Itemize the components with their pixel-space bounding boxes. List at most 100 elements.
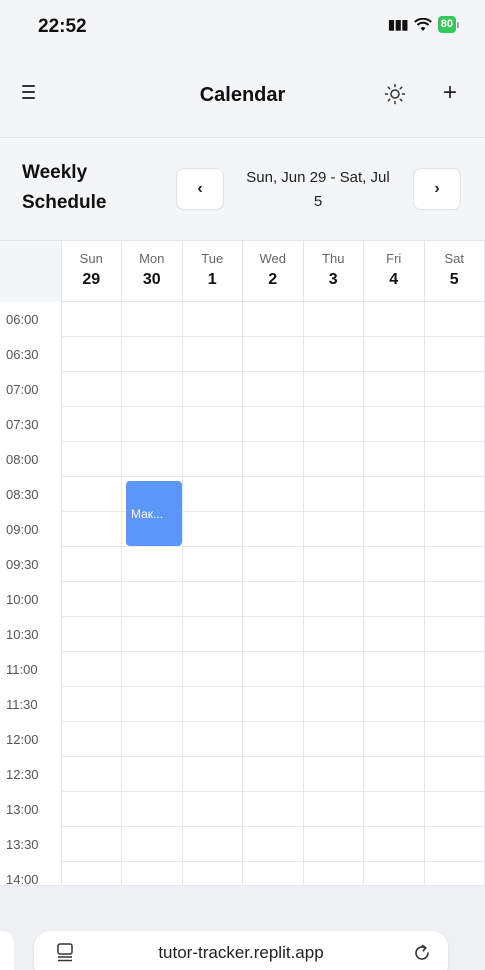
time-slot[interactable] xyxy=(304,547,365,582)
time-slot[interactable] xyxy=(62,862,123,885)
time-slot[interactable] xyxy=(122,582,183,617)
time-slot[interactable] xyxy=(183,582,244,617)
time-slot[interactable] xyxy=(304,442,365,477)
time-slot[interactable] xyxy=(364,442,425,477)
time-slot[interactable] xyxy=(122,407,183,442)
time-slot[interactable] xyxy=(425,827,485,862)
time-slot[interactable] xyxy=(304,337,365,372)
time-slot[interactable] xyxy=(425,757,485,792)
time-slot[interactable] xyxy=(243,337,304,372)
time-slot[interactable] xyxy=(243,442,304,477)
time-slot[interactable] xyxy=(364,512,425,547)
time-slot[interactable] xyxy=(183,687,244,722)
time-slot[interactable] xyxy=(364,617,425,652)
time-slot[interactable] xyxy=(425,617,485,652)
time-slot[interactable] xyxy=(364,757,425,792)
time-slot[interactable] xyxy=(122,442,183,477)
sun-theme-toggle-icon[interactable] xyxy=(384,83,406,105)
time-slot[interactable] xyxy=(243,302,304,337)
time-slot[interactable] xyxy=(62,617,123,652)
time-slot[interactable] xyxy=(304,652,365,687)
time-slot[interactable] xyxy=(304,617,365,652)
time-slot[interactable] xyxy=(183,442,244,477)
time-slot[interactable] xyxy=(364,827,425,862)
time-slot[interactable] xyxy=(364,792,425,827)
time-slot[interactable] xyxy=(122,757,183,792)
time-slot[interactable] xyxy=(62,442,123,477)
address-bar[interactable]: tutor-tracker.replit.app xyxy=(34,931,448,970)
time-slot[interactable] xyxy=(364,652,425,687)
time-slot[interactable] xyxy=(183,792,244,827)
time-slot[interactable] xyxy=(304,862,365,885)
time-slot[interactable] xyxy=(122,337,183,372)
time-slot[interactable] xyxy=(122,862,183,885)
time-slot[interactable] xyxy=(62,792,123,827)
time-slot[interactable] xyxy=(304,512,365,547)
calendar-event[interactable]: Мак... xyxy=(126,481,182,546)
time-slot[interactable] xyxy=(364,302,425,337)
time-slot[interactable] xyxy=(183,477,244,512)
add-event-icon[interactable]: + xyxy=(438,79,462,106)
time-slot[interactable] xyxy=(364,687,425,722)
time-slot[interactable] xyxy=(304,722,365,757)
time-slot[interactable] xyxy=(425,652,485,687)
time-slot[interactable] xyxy=(304,827,365,862)
time-slot[interactable] xyxy=(183,512,244,547)
time-slot[interactable] xyxy=(122,722,183,757)
time-slot[interactable] xyxy=(243,862,304,885)
time-slot[interactable] xyxy=(425,547,485,582)
time-slot[interactable] xyxy=(425,722,485,757)
time-slot[interactable] xyxy=(122,652,183,687)
time-slot[interactable] xyxy=(122,687,183,722)
time-slot[interactable] xyxy=(243,792,304,827)
time-slot[interactable] xyxy=(243,617,304,652)
time-slot[interactable] xyxy=(122,302,183,337)
time-slot[interactable] xyxy=(425,302,485,337)
time-slot[interactable] xyxy=(62,687,123,722)
time-slot[interactable] xyxy=(183,757,244,792)
time-slot[interactable] xyxy=(62,372,123,407)
time-slot[interactable] xyxy=(364,862,425,885)
time-slot[interactable] xyxy=(183,407,244,442)
time-slot[interactable] xyxy=(62,512,123,547)
time-slot[interactable] xyxy=(62,827,123,862)
time-slot[interactable] xyxy=(425,862,485,885)
time-slot[interactable] xyxy=(425,687,485,722)
time-slot[interactable] xyxy=(183,617,244,652)
time-slot[interactable] xyxy=(364,407,425,442)
time-slot[interactable] xyxy=(62,477,123,512)
time-slot[interactable] xyxy=(243,372,304,407)
time-slot[interactable] xyxy=(304,372,365,407)
time-slot[interactable] xyxy=(122,792,183,827)
time-slot[interactable] xyxy=(425,372,485,407)
time-slot[interactable] xyxy=(183,302,244,337)
time-slot[interactable] xyxy=(122,617,183,652)
time-slot[interactable] xyxy=(62,302,123,337)
time-slot[interactable] xyxy=(304,582,365,617)
time-slot[interactable] xyxy=(304,757,365,792)
time-slot[interactable] xyxy=(62,722,123,757)
previous-tab-edge[interactable] xyxy=(0,931,14,970)
time-slot[interactable] xyxy=(183,547,244,582)
time-slot[interactable] xyxy=(183,337,244,372)
time-slot[interactable] xyxy=(425,512,485,547)
time-slot[interactable] xyxy=(364,547,425,582)
time-slot[interactable] xyxy=(364,582,425,617)
time-slot[interactable] xyxy=(62,337,123,372)
time-slot[interactable] xyxy=(304,407,365,442)
time-slot[interactable] xyxy=(122,547,183,582)
time-slot[interactable] xyxy=(122,827,183,862)
time-slot[interactable] xyxy=(243,547,304,582)
time-slot[interactable] xyxy=(183,827,244,862)
time-slot[interactable] xyxy=(364,372,425,407)
time-slot[interactable] xyxy=(62,407,123,442)
time-slot[interactable] xyxy=(364,722,425,757)
reload-icon[interactable] xyxy=(412,943,432,963)
time-slot[interactable] xyxy=(243,582,304,617)
time-slot[interactable] xyxy=(243,652,304,687)
time-slot[interactable] xyxy=(243,722,304,757)
time-slot[interactable] xyxy=(243,827,304,862)
time-slot[interactable] xyxy=(243,477,304,512)
time-slot[interactable] xyxy=(183,862,244,885)
time-slot[interactable] xyxy=(425,337,485,372)
